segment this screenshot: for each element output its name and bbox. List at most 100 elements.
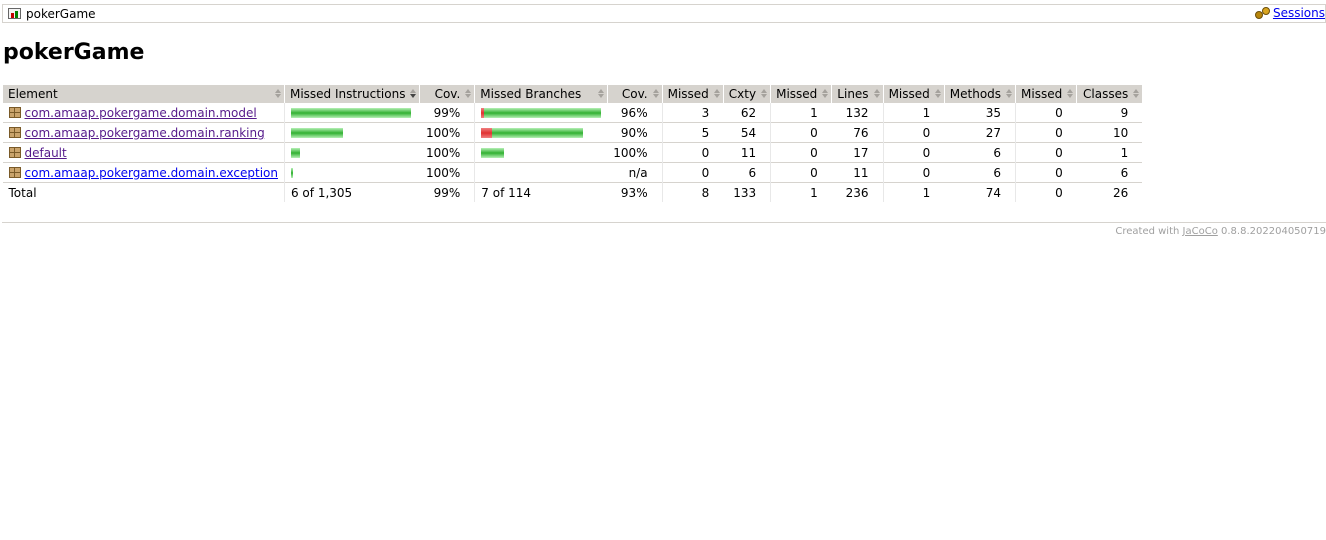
methods: 27 — [944, 122, 1016, 143]
jacoco-link[interactable]: JaCoCo — [1183, 226, 1218, 237]
cxty-missed: 0 — [661, 162, 724, 183]
header-lines[interactable]: Lines — [831, 85, 884, 103]
instructions-bar-cell — [283, 102, 420, 123]
header-branch-cov[interactable]: Cov. — [606, 85, 663, 103]
sessions-link[interactable]: Sessions — [1273, 6, 1325, 20]
header-missed-instructions[interactable]: Missed Instructions — [283, 85, 420, 103]
header-methods[interactable]: Methods — [943, 85, 1016, 103]
cxty-missed: 3 — [661, 102, 724, 123]
coverage-table: Element Missed Instructions Cov. Missed … — [2, 85, 1143, 202]
covered-bar — [290, 107, 411, 118]
header-cxty[interactable]: Cxty — [722, 85, 771, 103]
session-icon — [1254, 7, 1271, 19]
sessions-area: Sessions — [1254, 6, 1325, 20]
table-row: com.amaap.pokergame.domain.exception 100%… — [2, 162, 1143, 183]
instr-cov: 100% — [419, 142, 475, 163]
total-branches: 7 of 114 — [474, 182, 608, 202]
lines-missed: 0 — [770, 162, 832, 183]
lines: 17 — [831, 142, 884, 163]
header-missed-branches[interactable]: Missed Branches — [474, 85, 608, 103]
header-classes-missed[interactable]: Missed — [1015, 85, 1077, 103]
covered-bar — [290, 167, 293, 178]
sort-desc-icon — [410, 89, 417, 98]
instr-cov: 99% — [419, 102, 475, 123]
cxty-missed: 0 — [661, 142, 724, 163]
branch-cov: 100% — [607, 142, 663, 163]
cxty: 54 — [723, 122, 771, 143]
report-icon — [8, 8, 22, 20]
sort-icon — [1133, 89, 1140, 98]
classes: 6 — [1076, 162, 1143, 183]
total-instr-cov: 99% — [419, 182, 475, 202]
sort-icon — [1006, 89, 1013, 98]
methods: 6 — [944, 162, 1016, 183]
methods: 35 — [944, 102, 1016, 123]
lines-missed: 1 — [770, 102, 832, 123]
package-link[interactable]: default — [25, 146, 67, 160]
footer-prefix: Created with — [1115, 226, 1180, 237]
sort-icon — [822, 89, 829, 98]
package-link[interactable]: com.amaap.pokergame.domain.exception — [25, 166, 278, 180]
instructions-bar — [290, 127, 414, 138]
package-icon — [8, 107, 21, 118]
sort-icon — [1067, 89, 1074, 98]
header-classes[interactable]: Classes — [1076, 85, 1143, 103]
package-icon — [8, 167, 21, 178]
cxty: 11 — [723, 142, 771, 163]
sort-icon — [713, 89, 720, 98]
sort-icon — [652, 89, 659, 98]
header-cxty-missed[interactable]: Missed — [661, 85, 724, 103]
branches-bar — [481, 168, 601, 178]
instructions-bar-cell — [283, 142, 420, 163]
methods-missed: 0 — [882, 162, 945, 183]
classes-missed: 0 — [1015, 162, 1077, 183]
classes: 10 — [1076, 122, 1143, 143]
instructions-bar-cell — [283, 122, 420, 143]
table-row: default 100% 100% 0 11 0 17 0 6 0 1 — [2, 142, 1143, 163]
cxty: 62 — [723, 102, 771, 123]
sort-icon — [597, 89, 604, 98]
cxty: 6 — [723, 162, 771, 183]
header-methods-missed[interactable]: Missed — [882, 85, 945, 103]
breadcrumb-current: pokerGame — [8, 7, 96, 21]
total-cxty-missed: 8 — [661, 182, 724, 202]
branches-bar-cell — [474, 162, 608, 183]
sort-icon — [934, 89, 941, 98]
sort-icon — [873, 89, 880, 98]
lines: 76 — [831, 122, 884, 143]
covered-bar — [290, 147, 300, 158]
breadcrumb-title: pokerGame — [26, 7, 96, 21]
classes-missed: 0 — [1015, 122, 1077, 143]
branch-cov: 90% — [607, 122, 663, 143]
total-classes: 26 — [1076, 182, 1143, 202]
sort-icon — [465, 89, 472, 98]
footer-divider — [2, 222, 1326, 223]
branch-cov: n/a — [607, 162, 663, 183]
header-element[interactable]: Element — [2, 85, 285, 103]
package-icon — [8, 127, 21, 138]
total-lines: 236 — [831, 182, 884, 202]
total-label: Total — [2, 182, 285, 202]
table-header-row: Element Missed Instructions Cov. Missed … — [2, 85, 1143, 103]
element-cell: com.amaap.pokergame.domain.ranking — [2, 122, 285, 143]
total-cxty: 133 — [723, 182, 771, 202]
package-link[interactable]: com.amaap.pokergame.domain.model — [25, 106, 257, 120]
classes: 1 — [1076, 142, 1143, 163]
branches-bar-cell — [474, 122, 608, 143]
total-instructions: 6 of 1,305 — [283, 182, 420, 202]
header-instr-cov[interactable]: Cov. — [419, 85, 475, 103]
total-branch-cov: 93% — [607, 182, 663, 202]
table-row: com.amaap.pokergame.domain.model 99% 96% 3 6… — [2, 102, 1143, 123]
element-cell: com.amaap.pokergame.domain.exception — [2, 162, 285, 183]
missed-bar — [481, 127, 493, 138]
instructions-bar — [290, 147, 414, 158]
branches-bar-cell — [474, 102, 608, 123]
covered-bar — [481, 147, 505, 158]
package-link[interactable]: com.amaap.pokergame.domain.ranking — [25, 126, 265, 140]
header-lines-missed[interactable]: Missed — [770, 85, 832, 103]
total-classes-missed: 0 — [1015, 182, 1077, 202]
lines: 132 — [831, 102, 884, 123]
branch-cov: 96% — [607, 102, 663, 123]
covered-bar — [484, 107, 602, 118]
total-row: Total 6 of 1,305 99% 7 of 114 93% 8 133 … — [2, 182, 1143, 202]
